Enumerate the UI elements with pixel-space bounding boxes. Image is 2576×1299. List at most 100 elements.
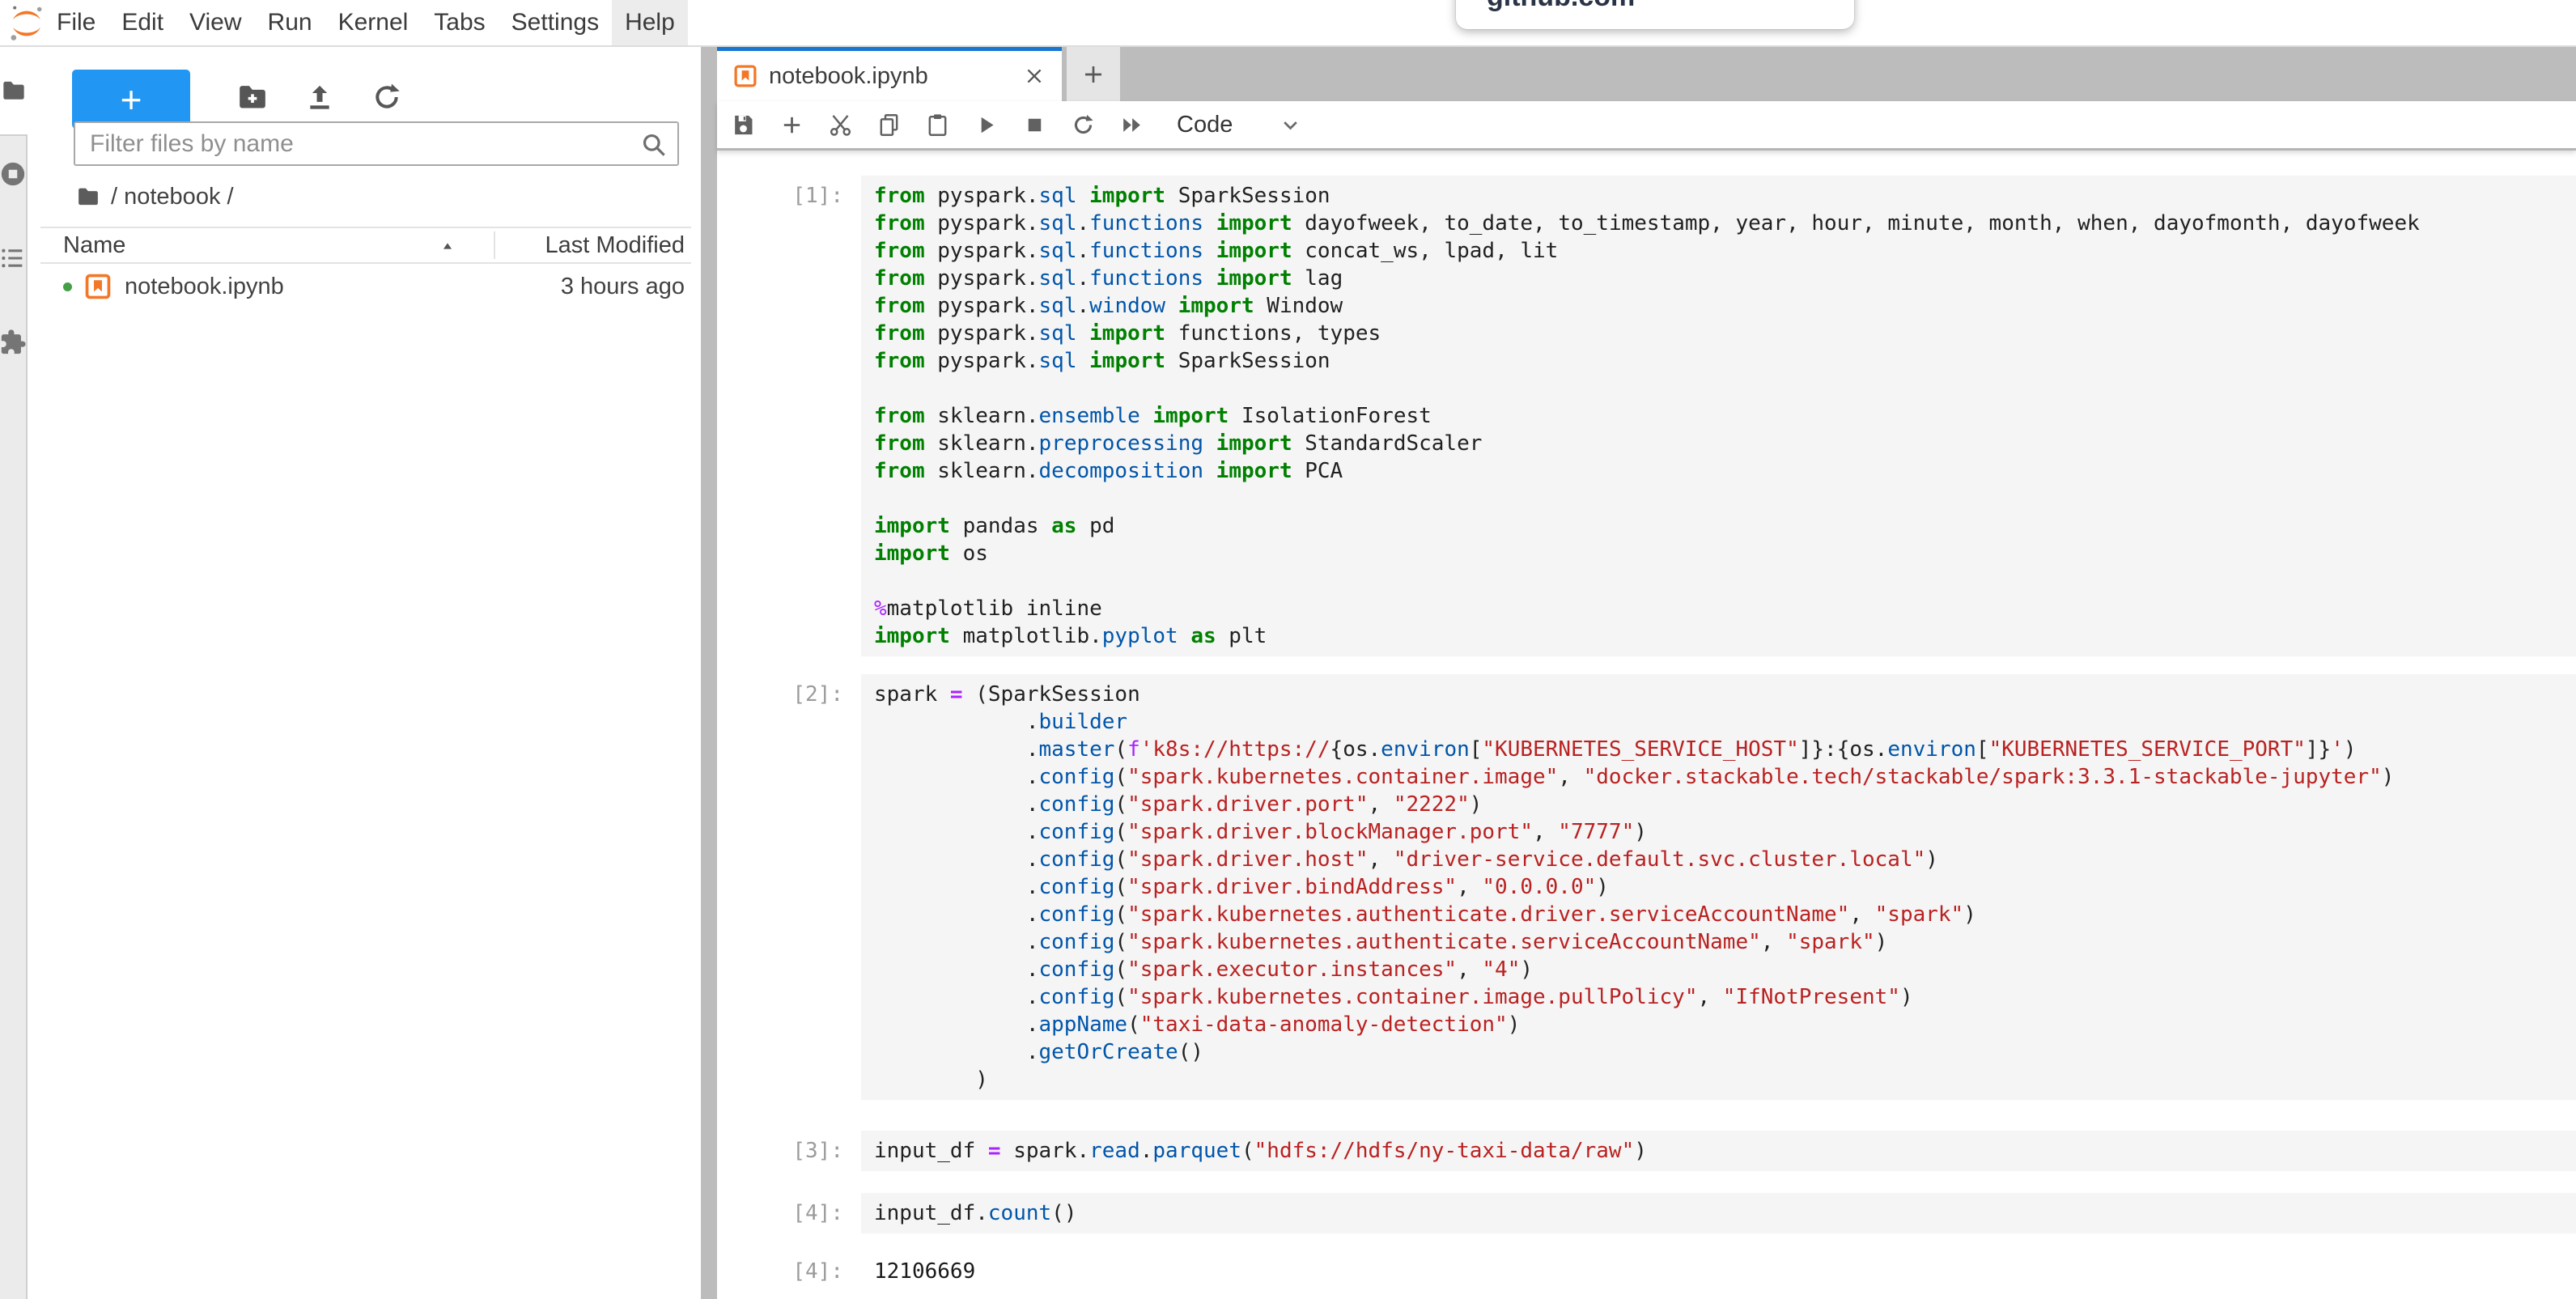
notebook-content: [1]:from pyspark.sql import SparkSession… [717,153,2576,1299]
code-line: .appName("taxi-data-anomaly-detection") [874,1011,2576,1038]
filter-files-input[interactable] [75,123,677,164]
sidebar-tab-running-sessions[interactable] [0,160,27,188]
paste-cells-button[interactable] [913,105,961,144]
input-prompt: [4]: [717,1193,861,1233]
tab-notebook[interactable]: notebook.ipynb [717,47,1062,101]
code-line: .config("spark.driver.bindAddress", "0.0… [874,873,2576,901]
cell-output: [4]:12106669 [717,1251,2576,1292]
menu-item-tabs[interactable]: Tabs [421,0,498,45]
stop-icon [1022,112,1047,138]
cell-editor[interactable]: from pyspark.sql import SparkSessionfrom… [861,176,2576,656]
notebook-toolbar: Code [717,101,2576,151]
menu-item-file[interactable]: File [44,0,108,45]
search-icon [639,130,668,159]
code-line: %matplotlib inline [874,595,2576,622]
input-prompt: [3]: [717,1131,861,1171]
code-line: .config("spark.kubernetes.authenticate.s… [874,928,2576,956]
sidebar-tab-file-browser[interactable] [1,78,27,104]
code-line [874,567,2576,595]
cell-type-dropdown[interactable]: Code [1177,112,1233,138]
rail-rest-segment [0,134,28,1299]
rail-active-segment [0,47,28,134]
restart-run-all-button[interactable] [1107,105,1156,144]
code-cell: [3]:input_df = spark.read.parquet("hdfs:… [717,1131,2576,1171]
column-header-name[interactable]: Name [63,228,125,262]
code-cell: [2]:spark = (SparkSession .builder .mast… [717,674,2576,1100]
jupyter-logo-icon [8,4,45,43]
new-folder-icon [236,81,269,113]
new-tab-button[interactable] [1067,47,1120,101]
refresh-button[interactable] [371,81,403,113]
popup-site-label: github.com [1487,0,1635,13]
input-prompt: [2]: [717,674,861,1100]
cut-icon [828,112,853,138]
menu-item-kernel[interactable]: Kernel [325,0,422,45]
code-line: .config("spark.kubernetes.container.imag… [874,983,2576,1011]
code-line: .master(f'k8s://https://{os.environ["KUB… [874,736,2576,763]
code-line: .config("spark.driver.host", "driver-ser… [874,846,2576,873]
activity-rail [0,47,28,1299]
notebook-file-icon [84,273,112,300]
code-line: .config("spark.kubernetes.container.imag… [874,763,2576,791]
code-line: .getOrCreate() [874,1038,2576,1066]
file-last-modified: 3 hours ago [561,265,685,308]
menu-item-edit[interactable]: Edit [108,0,176,45]
sidebar-tab-extensions[interactable] [0,329,27,356]
code-line: from pyspark.sql import SparkSession [874,182,2576,210]
file-list-header: Name Last Modified [40,227,691,264]
code-line: .config("spark.kubernetes.authenticate.d… [874,901,2576,928]
cell-editor[interactable]: spark = (SparkSession .builder .master(f… [861,674,2576,1100]
puzzle-icon [0,329,27,356]
chevron-down-icon[interactable] [1280,114,1301,136]
code-line: from pyspark.sql.functions import lag [874,265,2576,292]
copy-icon [876,112,902,138]
code-line: input_df.count() [874,1199,2576,1227]
breadcrumb[interactable]: / notebook / [76,179,234,214]
output-text: 12106669 [861,1251,2576,1292]
menu-item-view[interactable]: View [176,0,254,45]
sidebar-tab-table-of-contents[interactable] [0,244,27,272]
toolbar-buttons [719,105,1156,144]
stop-circle-icon [0,160,27,188]
toc-icon [0,244,27,272]
column-header-last-modified[interactable]: Last Modified [545,228,685,262]
browser-popup: github.com [1456,0,1854,29]
close-tab-button[interactable] [1023,65,1046,87]
notebook-panel: notebook.ipynb Code [1]:from pyspark.sql… [717,47,2576,1299]
close-icon [1023,65,1046,87]
new-launcher-button[interactable]: + [72,70,190,129]
notebook-tab-icon [733,64,758,88]
menu-item-help[interactable]: Help [612,0,688,45]
add-cell-button[interactable] [767,105,816,144]
file-row[interactable]: notebook.ipynb 3 hours ago [40,265,691,308]
interrupt-kernel-button[interactable] [1010,105,1059,144]
copy-cells-button[interactable] [864,105,913,144]
code-line: .config("spark.executor.instances", "4") [874,956,2576,983]
file-browser-panel: + / notebook / Name Last Modified notebo… [28,47,701,1299]
code-line: from pyspark.sql.window import Window [874,292,2576,320]
upload-icon [303,81,336,113]
code-line: .config("spark.driver.blockManager.port"… [874,818,2576,846]
code-line: from sklearn.preprocessing import Standa… [874,430,2576,457]
upload-button[interactable] [303,81,336,113]
code-cell: [4]: input_df.count() [717,1193,2576,1233]
cell-editor[interactable]: input_df = spark.read.parquet("hdfs://hd… [861,1131,2576,1171]
sort-ascending-icon[interactable] [439,237,456,255]
menu-item-settings[interactable]: Settings [499,0,612,45]
menu-item-run[interactable]: Run [255,0,325,45]
code-line [874,375,2576,402]
code-line: ) [874,1066,2576,1093]
cell-list: [1]:from pyspark.sql import SparkSession… [717,176,2576,1292]
menu-bar: FileEditViewRunKernelTabsSettingsHelp [0,0,2576,47]
cell-editor[interactable]: input_df.count() [861,1193,2576,1233]
running-kernel-dot [63,282,72,291]
cut-cells-button[interactable] [816,105,864,144]
code-line: from pyspark.sql.functions import dayofw… [874,210,2576,237]
panel-separator[interactable] [701,47,717,1299]
tab-bar: notebook.ipynb [717,47,2576,101]
save-notebook-button[interactable] [719,105,767,144]
run-cell-button[interactable] [961,105,1010,144]
new-folder-button[interactable] [236,81,269,113]
column-divider [494,231,495,259]
restart-kernel-button[interactable] [1059,105,1107,144]
